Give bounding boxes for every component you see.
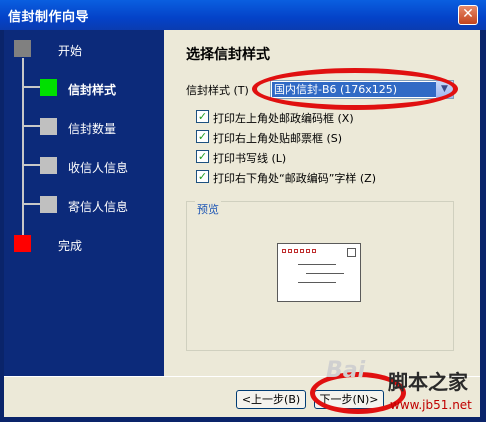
zip-code-box: [282, 249, 286, 253]
checkbox-label: 打印左上角处邮政编码框 (X): [213, 112, 354, 125]
address-line: [298, 282, 336, 283]
step-marker-icon: [14, 40, 31, 57]
window-title: 信封制作向导: [8, 10, 90, 25]
step-marker-icon: [40, 157, 57, 174]
checkbox-label: 打印右上角处贴邮票框 (S): [213, 132, 343, 145]
address-line: [298, 264, 336, 265]
zip-code-box: [306, 249, 310, 253]
checkbox-checked-icon[interactable]: ✓: [196, 110, 209, 123]
title-bar[interactable]: 信封制作向导 ✕: [0, 0, 486, 30]
zip-code-box: [288, 249, 292, 253]
page-title: 选择信封样式: [186, 47, 270, 63]
step-label: 信封数量: [68, 122, 117, 136]
zip-code-box: [300, 249, 304, 253]
step-marker-icon: [40, 118, 57, 135]
zip-code-box: [312, 249, 316, 253]
stamp-box: [347, 248, 356, 257]
envelope-style-label: 信封样式 (T): [186, 84, 249, 97]
preview-group: 预览: [186, 201, 454, 351]
preview-label: 预览: [195, 201, 221, 217]
step-marker-icon: [40, 196, 57, 213]
watermark-url: www.jb51.net: [390, 398, 472, 412]
wizard-window: 信封制作向导 ✕ 开始 信封样式 信封数量 收信人信息 寄信人信息 完成 选择信…: [0, 0, 486, 422]
step-marker-icon: [40, 79, 57, 96]
watermark-site-name: 脚本之家: [388, 370, 468, 394]
prev-button[interactable]: <上一步(B): [236, 390, 306, 409]
step-label: 收信人信息: [68, 161, 129, 175]
watermark-logo: Bai: [326, 358, 366, 383]
checkbox-label: 打印右下角处“邮政编码”字样 (Z): [213, 172, 377, 185]
checkbox-checked-icon[interactable]: ✓: [196, 130, 209, 143]
checkbox-label: 打印书写线 (L): [213, 152, 287, 165]
step-label: 信封样式: [68, 83, 117, 97]
step-marker-icon: [14, 235, 31, 252]
zip-code-box: [294, 249, 298, 253]
close-button[interactable]: ✕: [458, 5, 478, 25]
step-label: 开始: [58, 44, 83, 58]
address-line: [306, 273, 344, 274]
checkbox-checked-icon[interactable]: ✓: [196, 170, 209, 183]
envelope-preview-image: [277, 243, 361, 302]
step-label: 寄信人信息: [68, 200, 129, 214]
checkbox-checked-icon[interactable]: ✓: [196, 150, 209, 163]
steps-sidebar: 开始 信封样式 信封数量 收信人信息 寄信人信息 完成: [4, 30, 164, 376]
step-label: 完成: [58, 239, 83, 253]
annotation-ellipse: [252, 68, 458, 110]
